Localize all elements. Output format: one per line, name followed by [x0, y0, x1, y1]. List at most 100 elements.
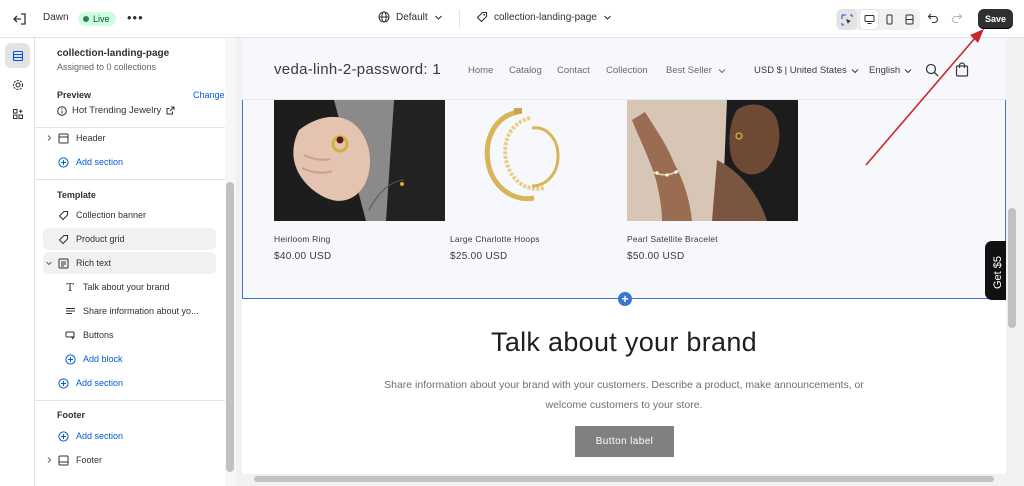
mobile-view-button[interactable] [879, 9, 899, 30]
plus-circle-icon [55, 377, 71, 389]
add-section-button[interactable]: Add section [43, 425, 216, 447]
cart-icon[interactable] [955, 62, 969, 77]
chevron-down-icon [904, 68, 912, 73]
section-label: Rich text [76, 258, 112, 268]
change-preview-link[interactable]: Change [193, 90, 225, 100]
globe-icon [378, 11, 390, 23]
search-icon[interactable] [925, 63, 939, 77]
view-selector[interactable]: Default [378, 11, 443, 23]
section-header-label: Header [76, 133, 106, 143]
redo-icon[interactable] [951, 12, 963, 24]
block-label: Buttons [83, 330, 114, 340]
divider [35, 400, 225, 401]
chevron-down-icon [851, 68, 859, 73]
theme-name: Dawn [43, 12, 69, 23]
section-label: Collection banner [76, 210, 147, 220]
template-group-heading: Template [57, 190, 96, 200]
preview-horizontal-scrollbar[interactable] [242, 474, 1006, 484]
gear-icon [12, 79, 23, 90]
chevron-down-icon[interactable] [43, 259, 55, 267]
plus-circle-icon [55, 156, 71, 168]
nav-link-collection[interactable]: Collection [606, 65, 648, 76]
language-label: English [869, 65, 901, 76]
section-footer-label: Footer [76, 455, 103, 465]
preview-vertical-scroll-thumb[interactable] [1008, 208, 1016, 328]
template-title: collection-landing-page [57, 48, 170, 59]
paragraph-icon [62, 306, 78, 317]
add-block-label: Add block [83, 354, 123, 364]
store-header[interactable]: veda-linh-2-password: 1 Home Catalog Con… [242, 38, 1006, 100]
button-cursor-icon [62, 330, 78, 341]
theme-settings-tab[interactable] [5, 72, 30, 97]
chevron-right-icon[interactable] [43, 134, 55, 142]
rich-text-button[interactable]: Button label [575, 426, 674, 457]
section-rich-text[interactable]: Rich text [43, 252, 216, 274]
rich-text-heading[interactable]: Talk about your brand [242, 327, 1006, 358]
currency-selector[interactable]: USD $ | United States [754, 65, 859, 76]
section-label: Product grid [76, 234, 125, 244]
nav-link-contact[interactable]: Contact [557, 65, 590, 76]
get-five-label: Get $5 [992, 255, 1004, 289]
insert-section-button[interactable]: + [618, 292, 632, 306]
section-product-grid[interactable]: Product grid [43, 228, 216, 250]
section-footer[interactable]: Footer [43, 449, 216, 471]
preview-value: Hot Trending Jewelry [57, 105, 175, 116]
add-section-button[interactable]: Add section [43, 151, 216, 173]
store-name[interactable]: veda-linh-2-password: 1 [274, 61, 441, 78]
preview-label: Preview [57, 90, 92, 100]
sections-icon [12, 50, 23, 61]
fullscreen-view-button[interactable] [899, 9, 919, 30]
inspector-button[interactable] [837, 9, 857, 30]
status-dot-icon [83, 16, 89, 22]
external-link-icon [166, 106, 175, 115]
block-buttons[interactable]: Buttons [62, 324, 216, 346]
editor-topbar: Dawn Live ••• Default collection-landing… [0, 0, 1024, 38]
plus-circle-icon [55, 430, 71, 442]
sidebar-scrollbar[interactable] [225, 38, 236, 486]
block-heading[interactable]: T Talk about your brand [62, 276, 216, 298]
product-name[interactable]: Pearl Satellite Bracelet [627, 234, 718, 244]
product-price: $25.00 USD [450, 251, 508, 262]
topbar-divider [459, 10, 460, 28]
sections-tab[interactable] [5, 43, 30, 68]
product-name[interactable]: Heirloom Ring [274, 234, 330, 244]
product-image-large-charlotte-hoops[interactable] [450, 100, 621, 221]
block-text[interactable]: Share information about yo... [62, 300, 216, 322]
undo-icon[interactable] [927, 12, 939, 24]
add-section-label: Add section [76, 157, 124, 167]
rich-text-body[interactable]: Share information about your brand with … [362, 375, 886, 415]
desktop-view-button[interactable] [859, 9, 879, 30]
preview-vertical-scrollbar[interactable] [1006, 38, 1018, 474]
product-image-pearl-satellite-bracelet[interactable] [627, 100, 798, 221]
get-five-popup-tab[interactable]: Get $5 [985, 241, 1006, 300]
product-image-heirloom-ring[interactable] [274, 100, 445, 221]
nav-link-best-seller[interactable]: Best Seller [666, 65, 726, 76]
section-collection-banner[interactable]: Collection banner [43, 204, 216, 226]
preview-horizontal-scroll-thumb[interactable] [254, 476, 994, 482]
text-block-icon [55, 258, 71, 269]
footer-group-heading: Footer [57, 410, 85, 420]
template-selector[interactable]: collection-landing-page [476, 11, 612, 23]
product-name[interactable]: Large Charlotte Hoops [450, 234, 540, 244]
tag-icon [55, 234, 71, 245]
apps-tab[interactable] [5, 101, 30, 126]
add-section-label: Add section [76, 431, 124, 441]
chevron-right-icon[interactable] [43, 456, 55, 464]
sidebar-scroll-thumb[interactable] [226, 182, 234, 472]
plus-circle-icon [62, 353, 78, 365]
exit-icon[interactable] [12, 11, 28, 27]
storefront-preview[interactable]: veda-linh-2-password: 1 Home Catalog Con… [242, 38, 1006, 474]
save-button[interactable]: Save [978, 9, 1013, 29]
info-icon [57, 105, 67, 116]
nav-link-home[interactable]: Home [468, 65, 493, 76]
tag-icon [55, 210, 71, 221]
add-block-button[interactable]: Add block [62, 348, 216, 370]
more-actions-button[interactable]: ••• [127, 10, 144, 25]
section-header[interactable]: Header [43, 127, 216, 149]
add-section-button[interactable]: Add section [43, 372, 216, 394]
product-price: $50.00 USD [627, 251, 685, 262]
language-selector[interactable]: English [869, 65, 912, 76]
nav-link-catalog[interactable]: Catalog [509, 65, 542, 76]
mobile-icon [886, 14, 892, 25]
editor-rail [0, 38, 35, 486]
